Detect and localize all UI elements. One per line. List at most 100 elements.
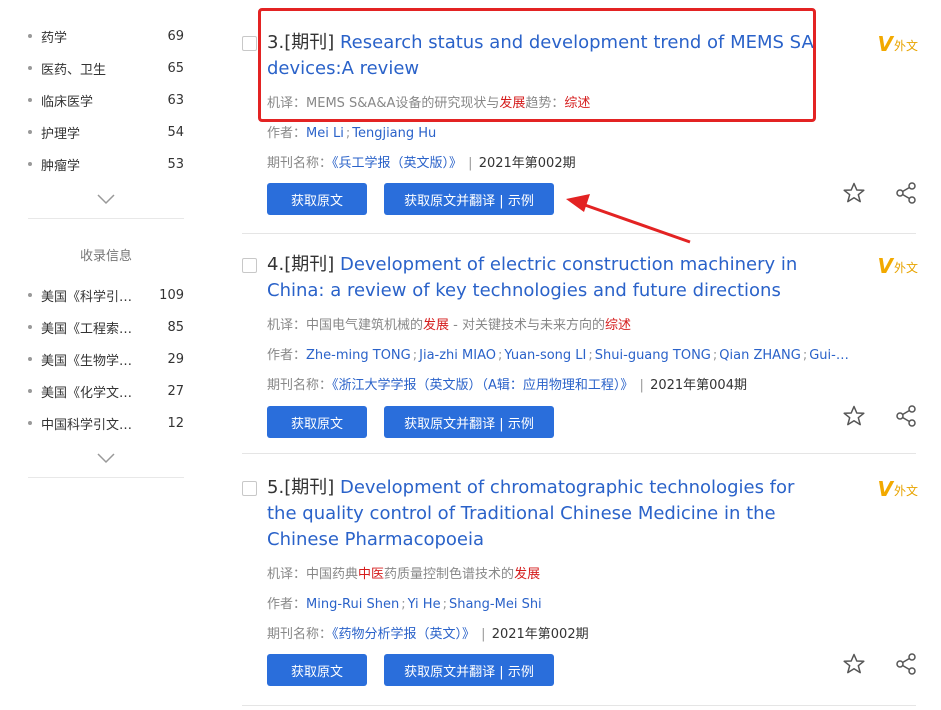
expand-subjects-toggle[interactable] [28,180,184,219]
mt-text: 中国药典 [306,567,359,582]
mt-label: 机译： [267,567,307,582]
bullet-icon [28,293,32,297]
author-link[interactable]: Mei Li [306,126,344,141]
expand-indexing-toggle[interactable] [28,439,184,478]
facet-item[interactable]: 护理学 54 [28,116,184,148]
select-checkbox[interactable] [242,258,257,273]
facet-item[interactable]: 美国《科学引… 109 [28,279,184,311]
facet-label: 临床医学 [41,94,94,110]
issue-text: 2021年第002期 [478,156,576,171]
result-item: 3.[期刊] Research status and development t… [242,14,919,234]
mt-highlight: 综述 [605,318,632,333]
author-link[interactable]: Ming-Rui Shen [306,597,399,612]
star-icon [843,182,865,203]
select-checkbox[interactable] [242,36,257,51]
facet-count: 109 [159,287,184,303]
facet-item[interactable]: 美国《化学文… 27 [28,375,184,407]
author-link[interactable]: Jia-zhi MIAO [419,348,496,363]
author-link[interactable]: Gui-… [809,348,849,363]
result-title: 3.[期刊] Research status and development t… [267,30,827,82]
share-icon [896,182,916,204]
facet-item[interactable]: 美国《工程索… 85 [28,311,184,343]
mt-highlight: 发展 [514,567,541,582]
share-button[interactable] [894,652,918,676]
facet-label: 美国《工程索… [41,321,133,337]
bullet-icon [28,98,32,102]
issue-text: 2021年第002期 [491,627,589,642]
get-fulltext-translate-button[interactable]: 获取原文并翻译 | 示例 [384,406,554,438]
journal-line: 期刊名称：《药物分析学报（英文）》 | 2021年第002期 [267,627,589,642]
journal-label: 期刊名称： [267,378,333,393]
result-number: 5. [267,477,285,498]
facet-item[interactable]: 肿瘤学 53 [28,148,184,180]
facet-item[interactable]: 药学 69 [28,20,184,52]
result-title-link[interactable]: Development of chromatographic technolog… [267,477,794,550]
facet-count: 29 [167,351,184,367]
facet-count: 53 [167,156,184,172]
facet-count: 54 [167,124,184,140]
author-link[interactable]: Tengjiang Hu [352,126,436,141]
favorite-button[interactable] [842,652,866,676]
author-link[interactable]: Yi He [408,597,441,612]
mt-label: 机译： [267,96,307,111]
get-fulltext-button[interactable]: 获取原文 [267,406,367,438]
get-fulltext-translate-button[interactable]: 获取原文并翻译 | 示例 [384,654,554,686]
result-item: 5.[期刊] Development of chromatographic te… [242,459,919,706]
machine-translation: 机译：中国药典中医药质量控制色谱技术的发展 [267,563,540,582]
facet-count: 65 [167,60,184,76]
facet-item[interactable]: 中国科学引文… 12 [28,407,184,439]
facet-label: 药学 [41,30,68,46]
journal-link[interactable]: 《浙江大学学报（英文版）（A辑：应用物理和工程）》 [332,378,633,393]
journal-line: 期刊名称：《浙江大学学报（英文版）（A辑：应用物理和工程）》 | 2021年第0… [267,378,747,393]
bullet-icon [28,66,32,70]
get-fulltext-translate-button[interactable]: 获取原文并翻译 | 示例 [384,183,554,215]
mt-label: 机译： [267,318,307,333]
share-button[interactable] [894,181,918,205]
favorite-button[interactable] [842,181,866,205]
journal-link[interactable]: 《药物分析学报（英文）》 [332,627,475,642]
select-checkbox[interactable] [242,481,257,496]
result-number: 4. [267,254,285,275]
mt-highlight: 中医 [358,567,385,582]
facet-label: 医药、卫生 [41,62,107,78]
result-title-link[interactable]: Research status and development trend of… [267,32,814,79]
bullet-icon [28,389,32,393]
facet-item[interactable]: 医药、卫生 65 [28,52,184,84]
journal-link[interactable]: 《兵工学报（英文版）》 [332,156,462,171]
mt-highlight: 发展 [499,96,526,111]
machine-translation: 机译：中国电气建筑机械的发展 - 对关键技术与未来方向的综述 [267,314,631,333]
machine-translation: 机译：MEMS S&A&A设备的研究现状与发展趋势：综述 [267,92,590,111]
bullet-icon [28,130,32,134]
bullet-icon [28,357,32,361]
facet-label: 护理学 [41,126,81,142]
author-link[interactable]: Shui-guang TONG [595,348,711,363]
author-link[interactable]: Yuan-song LI [504,348,586,363]
author-link[interactable]: Shang-Mei Shi [449,597,542,612]
get-fulltext-button[interactable]: 获取原文 [267,183,367,215]
foreign-language-badge: V 外文 [878,34,919,54]
facet-item[interactable]: 美国《生物学… 29 [28,343,184,375]
author-link[interactable]: Qian ZHANG [719,348,801,363]
mt-highlight: 综述 [564,96,591,111]
mt-text: 中国电气建筑机械的 [306,318,424,333]
journal-label: 期刊名称： [267,156,333,171]
bullet-icon [28,421,32,425]
authors-line: 作者：Ming-Rui Shen; Yi He; Shang-Mei Shi [267,597,542,612]
result-number: 3. [267,32,285,53]
star-icon [843,405,865,426]
badge-label: 外文 [893,484,918,498]
result-type-tag: [期刊] [284,32,335,53]
share-button[interactable] [894,404,918,428]
subject-facet-list: 药学 69 医药、卫生 65 临床医学 63 护理学 54 肿瘤学 53 [28,20,184,180]
foreign-language-badge: V 外文 [878,479,919,499]
result-title-link[interactable]: Development of electric construction mac… [267,254,797,301]
bullet-icon [28,325,32,329]
authors-line: 作者：Zhe-ming TONG; Jia-zhi MIAO; Yuan-song … [267,348,849,363]
indexing-facet-list: 美国《科学引… 109 美国《工程索… 85 美国《生物学… 29 美国《化学文… 27… [28,279,184,439]
author-link[interactable]: Zhe-ming TONG [306,348,411,363]
bullet-icon [28,162,32,166]
favorite-button[interactable] [842,404,866,428]
facet-item[interactable]: 临床医学 63 [28,84,184,116]
badge-label: 外文 [893,39,918,53]
get-fulltext-button[interactable]: 获取原文 [267,654,367,686]
